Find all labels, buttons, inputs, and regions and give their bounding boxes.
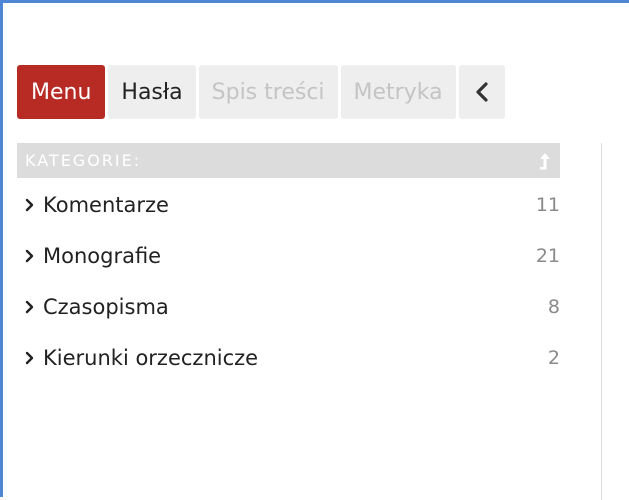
category-item-monografie[interactable]: Monografie 21 — [17, 230, 560, 281]
category-count: 11 — [535, 193, 560, 216]
panel-divider — [601, 143, 602, 500]
category-item-komentarze[interactable]: Komentarze 11 — [17, 179, 560, 230]
sidebar-panel: Menu Hasła Spis treści Metryka KATEGORIE… — [0, 0, 629, 500]
tab-metryka-label: Metryka — [353, 79, 443, 105]
tab-hasla[interactable]: Hasła — [108, 65, 196, 119]
categories-header: KATEGORIE: — [17, 143, 560, 178]
category-count: 8 — [547, 295, 560, 318]
category-item-kierunki-orzecznicze[interactable]: Kierunki orzecznicze 2 — [17, 332, 560, 383]
tab-spis-tresci[interactable]: Spis treści — [198, 65, 338, 119]
category-label: Kierunki orzecznicze — [43, 345, 259, 370]
collapse-panel-button[interactable] — [458, 65, 505, 119]
category-count: 21 — [535, 244, 560, 267]
category-item-czasopisma[interactable]: Czasopisma 8 — [17, 281, 560, 332]
tab-hasla-label: Hasła — [121, 79, 183, 105]
category-label: Komentarze — [43, 192, 169, 217]
chevron-right-icon — [25, 351, 34, 364]
category-count: 2 — [547, 346, 560, 369]
chevron-right-icon — [25, 249, 34, 262]
tab-bar: Menu Hasła Spis treści Metryka — [17, 65, 505, 119]
chevron-left-icon — [475, 82, 488, 102]
chevron-right-icon — [25, 198, 34, 211]
tab-metryka[interactable]: Metryka — [340, 65, 456, 119]
tab-menu[interactable]: Menu — [17, 65, 106, 119]
arrow-up-icon[interactable] — [538, 151, 552, 171]
category-label: Monografie — [43, 243, 162, 268]
chevron-right-icon — [25, 300, 34, 313]
categories-list: Komentarze 11 Monografie 21 Czasopisma 8 — [17, 179, 560, 383]
tab-spis-tresci-label: Spis treści — [211, 79, 325, 105]
category-label: Czasopisma — [43, 294, 169, 319]
tab-menu-label: Menu — [31, 79, 92, 105]
categories-title: KATEGORIE: — [25, 151, 142, 170]
